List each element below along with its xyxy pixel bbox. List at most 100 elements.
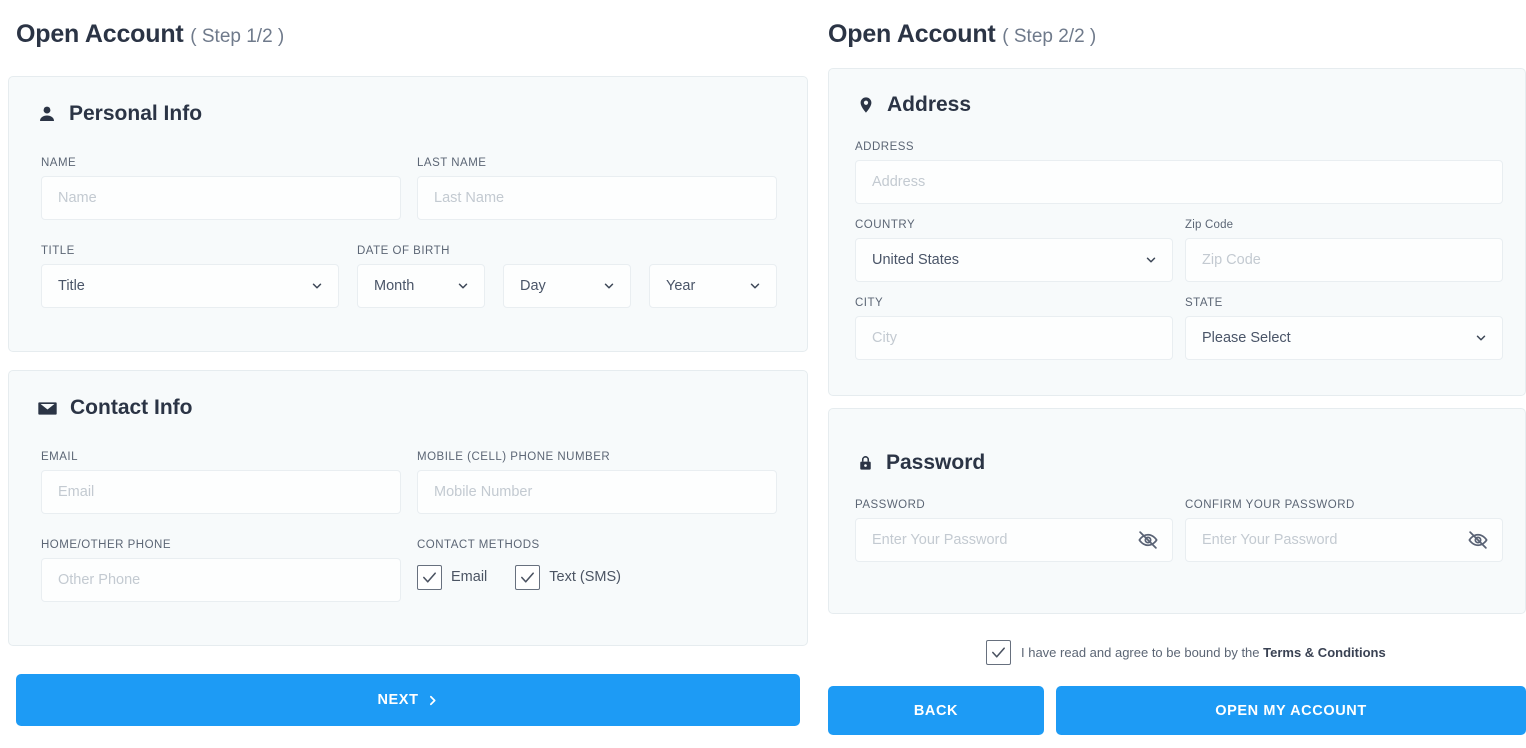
state-label: STATE <box>1185 297 1223 309</box>
back-button-label: BACK <box>913 702 959 719</box>
last-name-label: LAST NAME <box>417 157 487 169</box>
other-phone-label: HOME/OTHER PHONE <box>41 539 172 551</box>
dob-month-value: Month <box>374 278 415 294</box>
terms-row: I have read and agree to be bound by the… <box>986 640 1386 665</box>
dob-day-value: Day <box>520 278 546 294</box>
email-field-group: EMAIL <box>41 451 401 514</box>
personal-info-card: Personal Info NAME LAST NAME TITLE Title <box>8 76 808 352</box>
chevron-down-icon <box>602 279 616 293</box>
mobile-label: MOBILE (CELL) PHONE NUMBER <box>417 451 611 463</box>
password-card: Password PASSWORD CONFIRM YOUR P <box>828 408 1526 614</box>
zip-field-group: Zip Code <box>1185 219 1503 282</box>
terms-and-conditions-link[interactable]: Terms & Conditions <box>1263 645 1386 660</box>
contact-method-sms-label: Text (SMS) <box>549 569 621 585</box>
city-label: CITY <box>855 297 884 309</box>
lock-icon <box>857 453 874 473</box>
confirm-password-label: CONFIRM YOUR PASSWORD <box>1185 499 1355 511</box>
password-field-group: PASSWORD <box>855 499 1173 562</box>
page-title-text: Open Account <box>828 20 996 48</box>
password-title-text: Password <box>886 451 986 474</box>
envelope-icon <box>37 398 58 419</box>
state-select-value: Please Select <box>1202 330 1291 346</box>
contact-methods-group: CONTACT METHODS Email Text (SMS) <box>417 539 777 596</box>
contact-info-card: Contact Info EMAIL MOBILE (CELL) PHONE N… <box>8 370 808 646</box>
step-2-column: Open Account ( Step 2/2 ) Address ADDRES… <box>818 0 1526 748</box>
checkmark-icon <box>515 564 541 590</box>
zip-label: Zip Code <box>1185 219 1234 231</box>
confirm-password-input-wrap <box>1185 518 1503 562</box>
address-input[interactable] <box>855 160 1503 204</box>
personal-info-title-text: Personal Info <box>69 102 203 125</box>
contact-methods-row: Email Text (SMS) <box>417 558 777 596</box>
dob-year-value: Year <box>666 278 696 294</box>
city-field-group: CITY <box>855 297 1173 360</box>
step-1-column: Open Account ( Step 1/2 ) Personal Info … <box>0 0 818 748</box>
password-input[interactable] <box>855 518 1173 562</box>
chevron-down-icon <box>748 279 762 293</box>
email-input[interactable] <box>41 470 401 514</box>
contact-method-email-checkbox[interactable]: Email <box>417 564 488 590</box>
other-phone-input[interactable] <box>41 558 401 602</box>
contact-method-sms-checkbox[interactable]: Text (SMS) <box>515 564 621 590</box>
person-icon <box>37 104 57 124</box>
title-field-group: TITLE Title <box>41 245 339 308</box>
next-button-label: NEXT <box>377 692 419 708</box>
confirm-password-field-group: CONFIRM YOUR PASSWORD <box>1185 499 1503 562</box>
password-label: PASSWORD <box>855 499 926 511</box>
confirm-password-input[interactable] <box>1185 518 1503 562</box>
country-label: COUNTRY <box>855 219 916 231</box>
terms-checkbox[interactable] <box>986 640 1011 665</box>
title-label: TITLE <box>41 245 75 257</box>
eye-off-icon[interactable] <box>1137 529 1159 551</box>
contact-methods-label: CONTACT METHODS <box>417 539 540 551</box>
mobile-input[interactable] <box>417 470 777 514</box>
address-card: Address ADDRESS COUNTRY United States Zi… <box>828 68 1526 396</box>
eye-off-icon[interactable] <box>1467 529 1489 551</box>
country-select[interactable]: United States <box>855 238 1173 282</box>
mobile-field-group: MOBILE (CELL) PHONE NUMBER <box>417 451 777 514</box>
dob-year-select[interactable]: Year <box>649 264 777 308</box>
open-my-account-button[interactable]: OPEN MY ACCOUNT <box>1056 686 1526 735</box>
chevron-down-icon <box>456 279 470 293</box>
personal-info-title: Personal Info <box>37 102 202 126</box>
other-phone-field-group: HOME/OTHER PHONE <box>41 539 401 602</box>
page-title-step-1: Open Account ( Step 1/2 ) <box>16 20 284 49</box>
dob-day-select[interactable]: Day <box>503 264 631 308</box>
city-input[interactable] <box>855 316 1173 360</box>
dob-selects-row: Month Day Year <box>357 264 777 308</box>
chevron-down-icon <box>310 279 324 293</box>
terms-text-body: I have read and agree to be bound by the <box>1021 645 1264 660</box>
location-pin-icon <box>857 95 875 115</box>
address-label: ADDRESS <box>855 141 915 153</box>
title-select[interactable]: Title <box>41 264 339 308</box>
next-button[interactable]: NEXT <box>16 674 800 726</box>
back-button[interactable]: BACK <box>828 686 1044 735</box>
chevron-right-icon <box>426 694 439 707</box>
step-indicator: ( Step 2/2 ) <box>1002 26 1097 47</box>
state-select[interactable]: Please Select <box>1185 316 1503 360</box>
dob-month-select[interactable]: Month <box>357 264 485 308</box>
last-name-input[interactable] <box>417 176 777 220</box>
chevron-down-icon <box>1144 253 1158 267</box>
terms-text: I have read and agree to be bound by the… <box>1021 645 1386 660</box>
password-title: Password <box>857 451 985 475</box>
zip-input[interactable] <box>1185 238 1503 282</box>
page-title-step-2: Open Account ( Step 2/2 ) <box>828 20 1096 49</box>
contact-info-title-text: Contact Info <box>70 396 193 419</box>
name-label: NAME <box>41 157 77 169</box>
open-account-page: Open Account ( Step 1/2 ) Personal Info … <box>0 0 1526 748</box>
step-indicator: ( Step 1/2 ) <box>190 26 285 47</box>
contact-info-title: Contact Info <box>37 396 192 420</box>
password-input-wrap <box>855 518 1173 562</box>
date-of-birth-label: DATE OF BIRTH <box>357 245 450 257</box>
contact-method-email-label: Email <box>451 569 488 585</box>
checkmark-icon <box>417 564 442 590</box>
address-title-text: Address <box>887 93 972 116</box>
chevron-down-icon <box>1474 331 1488 345</box>
name-field-group: NAME <box>41 157 401 220</box>
dob-field-group: DATE OF BIRTH Month Day Year <box>357 245 777 308</box>
country-field-group: COUNTRY United States <box>855 219 1173 282</box>
address-field-group: ADDRESS <box>855 141 1503 204</box>
email-label: EMAIL <box>41 451 79 463</box>
name-input[interactable] <box>41 176 401 220</box>
